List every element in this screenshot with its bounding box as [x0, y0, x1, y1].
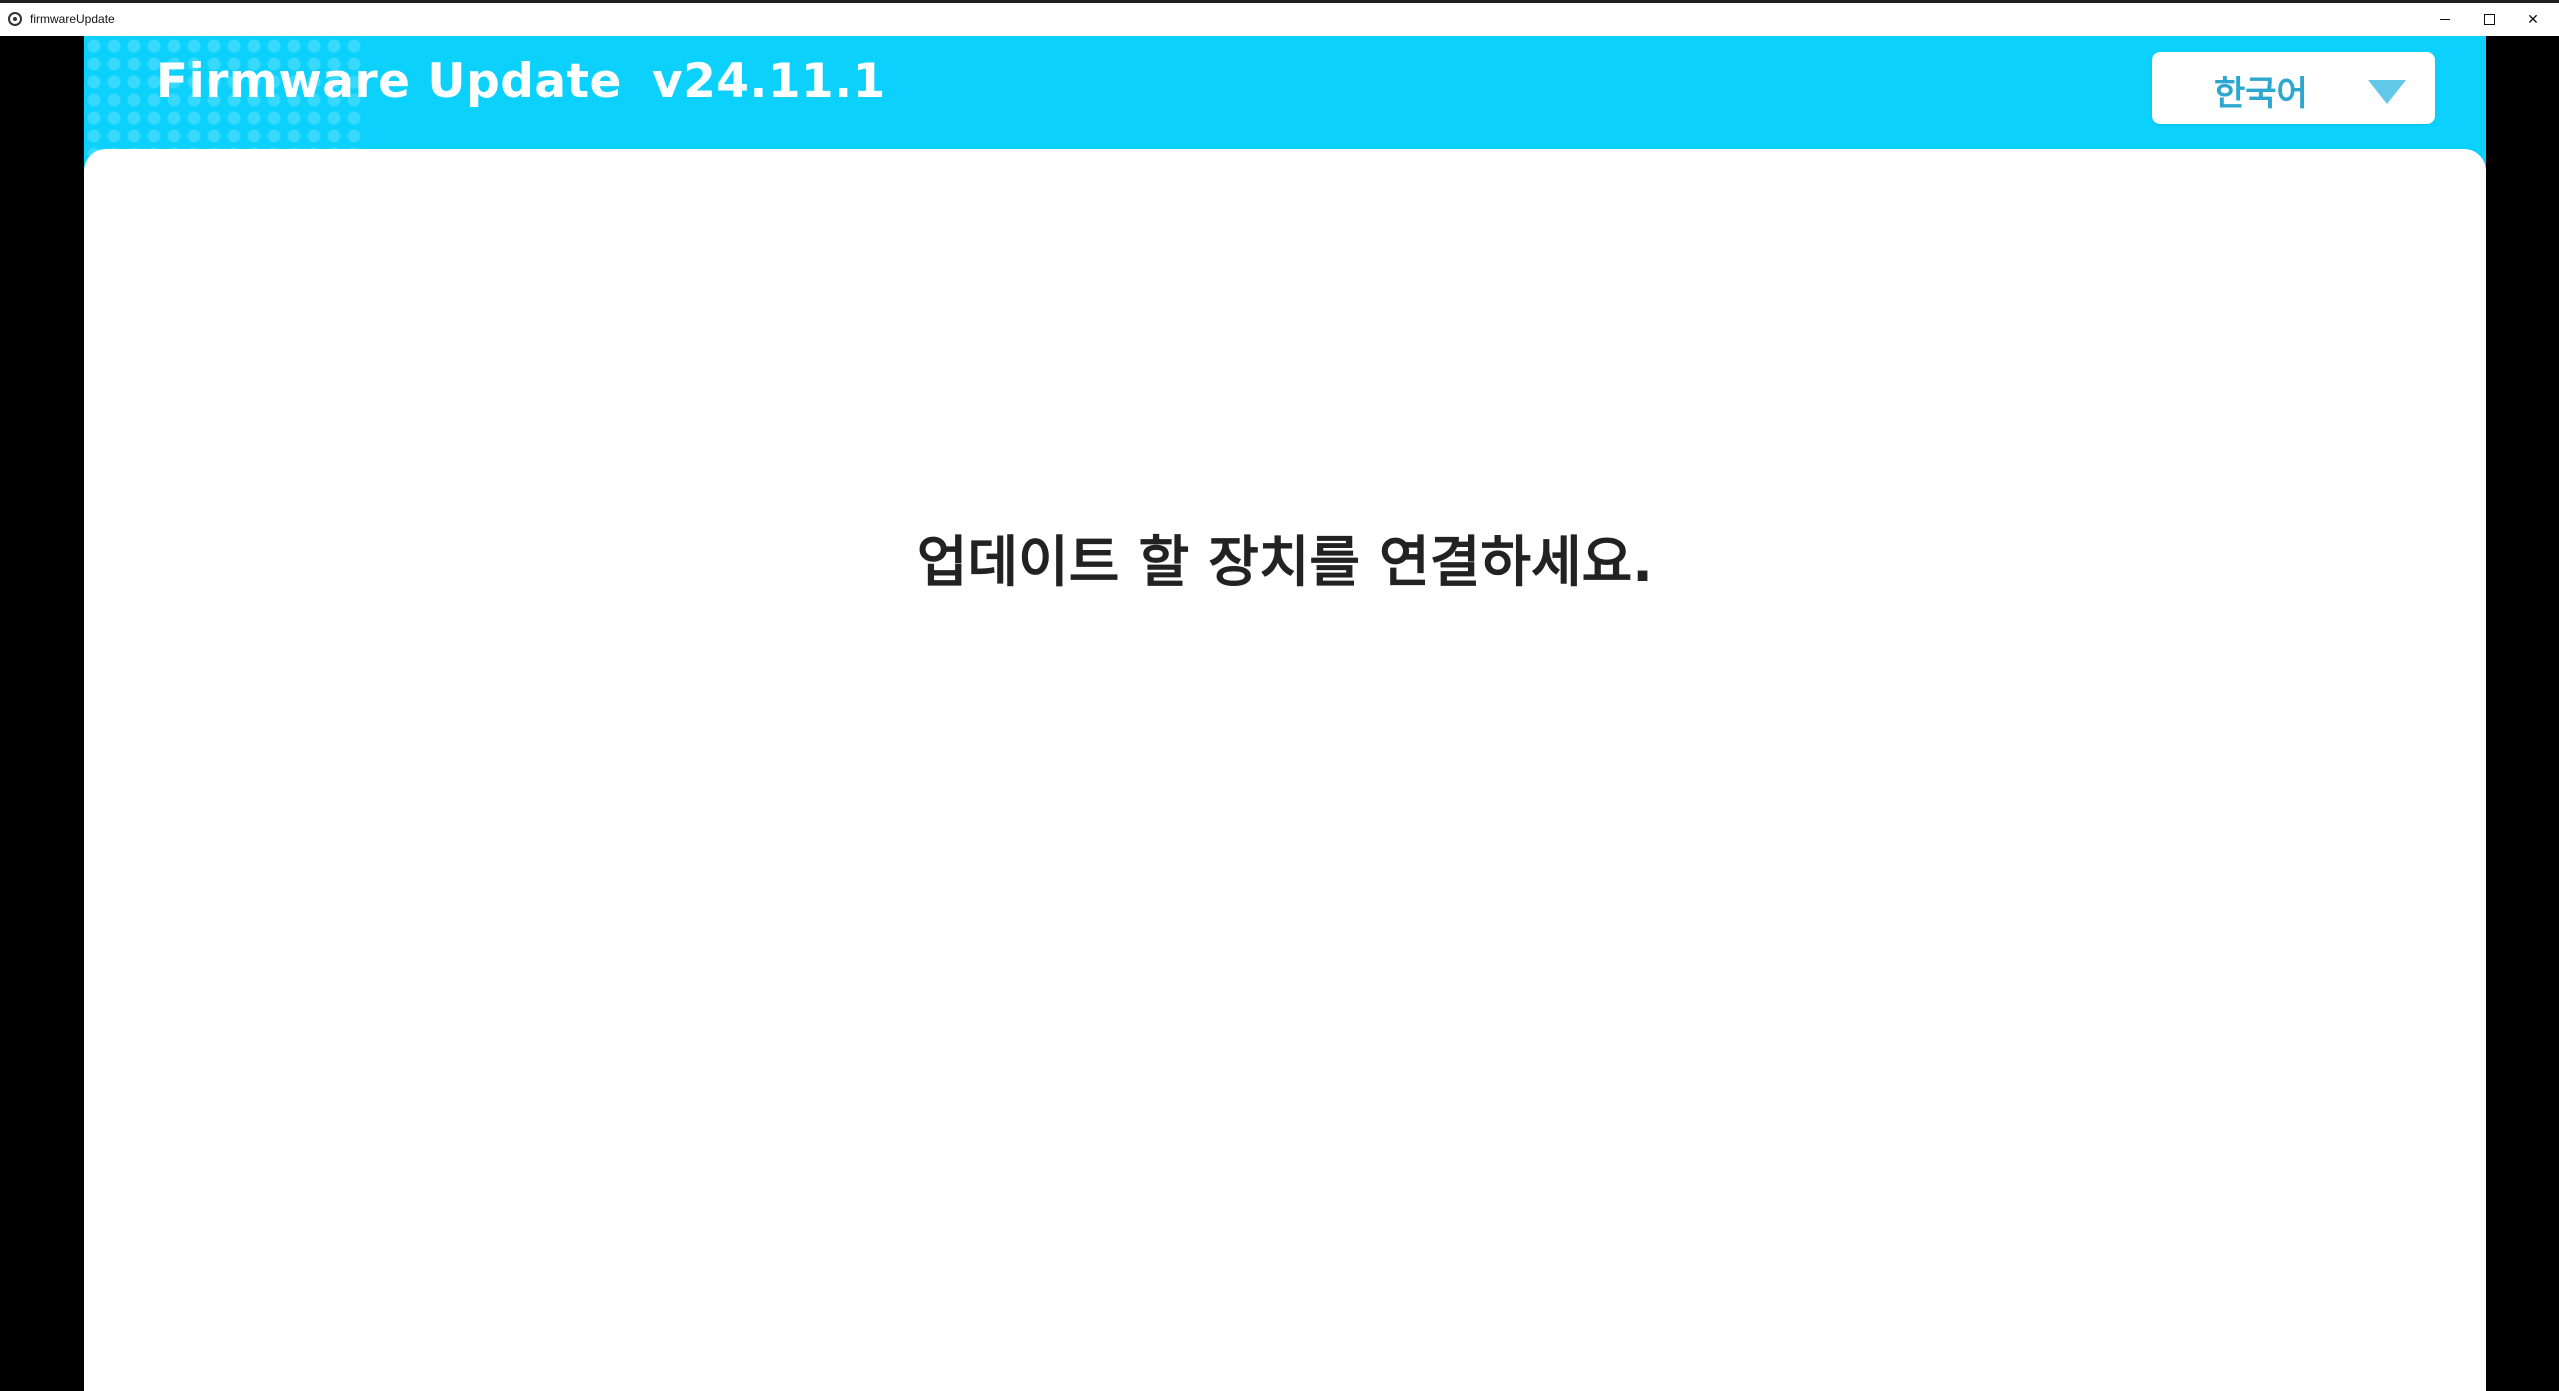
triangle-down-icon — [2368, 80, 2406, 104]
app-window: Firmware Update v24.11.1 한국어 업데이트 할 장치를 연… — [84, 36, 2486, 1391]
language-select-value: 한국어 — [2214, 74, 2308, 114]
close-button[interactable]: ✕ — [2511, 3, 2555, 36]
window-title: firmwareUpdate — [30, 12, 115, 26]
version-label: v24.11.1 — [651, 54, 886, 109]
maximize-button[interactable] — [2467, 3, 2511, 36]
minimize-button[interactable] — [2423, 3, 2467, 36]
app-header-title: Firmware Update v24.11.1 — [156, 54, 886, 109]
connect-device-message: 업데이트 할 장치를 연결하세요. — [916, 530, 1654, 594]
os-window-titlebar[interactable]: firmwareUpdate ✕ — [0, 0, 2559, 36]
close-icon: ✕ — [2527, 11, 2539, 28]
header-title-text: Firmware Update — [156, 54, 622, 109]
language-select[interactable]: 한국어 — [2152, 52, 2435, 124]
content-panel: 업데이트 할 장치를 연결하세요. — [84, 149, 2486, 1391]
app-icon — [8, 12, 22, 26]
maximize-icon — [2483, 14, 2495, 25]
minimize-icon — [2440, 19, 2450, 20]
